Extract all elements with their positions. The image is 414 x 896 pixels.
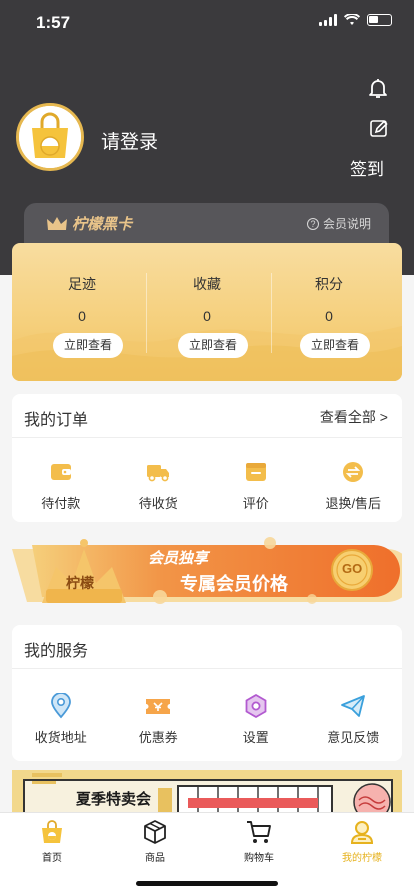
order-label: 待收货 (138, 496, 178, 511)
order-after-sales[interactable]: 退换/售后 (305, 457, 403, 512)
battery-icon (367, 14, 392, 26)
home-bag-icon (42, 820, 62, 843)
stat-label: 收藏 (193, 276, 221, 292)
service-feedback[interactable]: 意见反馈 (305, 691, 403, 746)
stat-favorites: 收藏 0 立即查看 (142, 243, 272, 381)
stats-panel: 足迹 0 立即查看 收藏 0 立即查看 积分 0 立即查看 (12, 243, 402, 381)
view-points-button[interactable]: 立即查看 (300, 333, 370, 358)
banner-badge: 柠檬 (66, 575, 94, 591)
stat-label: 积分 (315, 276, 343, 292)
view-favorites-button[interactable]: 立即查看 (178, 333, 248, 358)
order-label: 待付款 (41, 496, 81, 511)
wifi-icon (344, 14, 360, 25)
stat-points: 积分 0 立即查看 (264, 243, 394, 381)
tab-home[interactable]: 首页 (0, 819, 104, 864)
member-info-label: 会员说明 (322, 217, 371, 231)
orders-card: 我的订单 查看全部 > 待付款 待收货 评价 退换/售后 (12, 394, 402, 522)
stat-label: 足迹 (68, 276, 96, 292)
orders-header: 我的订单 查看全部 > (12, 394, 402, 438)
status-time: 1:57 (36, 13, 71, 32)
question-icon: ? (306, 217, 319, 230)
banner-tag: 会员独享 (148, 550, 209, 567)
signal-icon (319, 14, 337, 26)
order-label: 退换/售后 (325, 496, 382, 511)
crown-icon (47, 216, 67, 230)
view-footprint-button[interactable]: 立即查看 (53, 333, 123, 358)
coupon-icon (146, 699, 171, 714)
service-label: 意见反馈 (327, 730, 380, 745)
services-title: 我的服务 (24, 643, 89, 660)
stat-value: 0 (203, 308, 211, 324)
settings-icon (245, 693, 267, 719)
order-review[interactable]: 评价 (207, 457, 305, 512)
service-settings[interactable]: 设置 (207, 691, 305, 746)
services-card: 我的服务 收货地址 优惠券 设置 意见反馈 (12, 625, 402, 761)
status-bar: 1:57 (0, 0, 414, 44)
stat-value: 0 (78, 308, 86, 324)
login-link[interactable]: 请登录 (101, 127, 158, 154)
member-price-banner[interactable]: 柠檬 会员独享 专属会员价格 GO (12, 527, 414, 615)
black-card-logo: 柠檬黑卡 (46, 213, 132, 234)
exchange-icon (343, 462, 364, 482)
summer-sale-graphic (12, 770, 402, 815)
services-grid: 收货地址 优惠券 设置 意见反馈 (12, 691, 402, 746)
bell-icon[interactable] (366, 76, 390, 100)
orders-grid: 待付款 待收货 评价 退换/售后 (12, 457, 402, 512)
promo-title: 夏季特卖会 (76, 791, 152, 808)
edit-icon[interactable] (368, 118, 390, 140)
tab-label: 首页 (42, 853, 62, 864)
location-icon (50, 693, 71, 719)
service-label: 设置 (242, 730, 269, 745)
signin-button[interactable]: 签到 (350, 155, 384, 180)
tab-label: 购物车 (244, 853, 274, 864)
service-label: 收货地址 (34, 730, 87, 745)
service-coupons[interactable]: 优惠券 (110, 691, 208, 746)
service-label: 优惠券 (138, 730, 178, 745)
service-address[interactable]: 收货地址 (12, 691, 110, 746)
lemon-bag-icon (19, 106, 81, 168)
truck-icon (147, 465, 170, 482)
tab-products[interactable]: 商品 (103, 819, 207, 864)
cart-icon (247, 821, 271, 843)
banner-coin: GO (342, 561, 363, 576)
banner-title: 专属会员价格 (180, 574, 288, 594)
member-info-link[interactable]: ? 会员说明 (306, 215, 371, 232)
stat-value: 0 (325, 308, 333, 324)
stat-footprint: 足迹 0 立即查看 (17, 243, 147, 381)
orders-title: 我的订单 (24, 412, 89, 429)
services-header: 我的服务 (12, 625, 402, 669)
view-all-orders-link[interactable]: 查看全部 > (320, 407, 388, 427)
avatar[interactable] (16, 103, 84, 171)
status-icons (319, 14, 392, 26)
box-icon (144, 820, 166, 844)
review-icon (245, 463, 266, 481)
tab-label: 商品 (145, 853, 165, 864)
home-indicator (136, 881, 278, 886)
tab-cart[interactable]: 购物车 (207, 819, 311, 864)
order-pending-receipt[interactable]: 待收货 (110, 457, 208, 512)
black-card-title: 柠檬黑卡 (72, 216, 133, 233)
order-pending-payment[interactable]: 待付款 (12, 457, 110, 512)
feedback-icon (341, 695, 366, 717)
user-icon (350, 821, 374, 844)
tab-my-lemon[interactable]: 我的柠檬 (310, 819, 414, 864)
tab-label: 我的柠檬 (342, 853, 382, 864)
wallet-icon (50, 464, 71, 480)
summer-sale-banner[interactable]: 夏季特卖会 (12, 770, 402, 815)
order-label: 评价 (242, 496, 269, 511)
